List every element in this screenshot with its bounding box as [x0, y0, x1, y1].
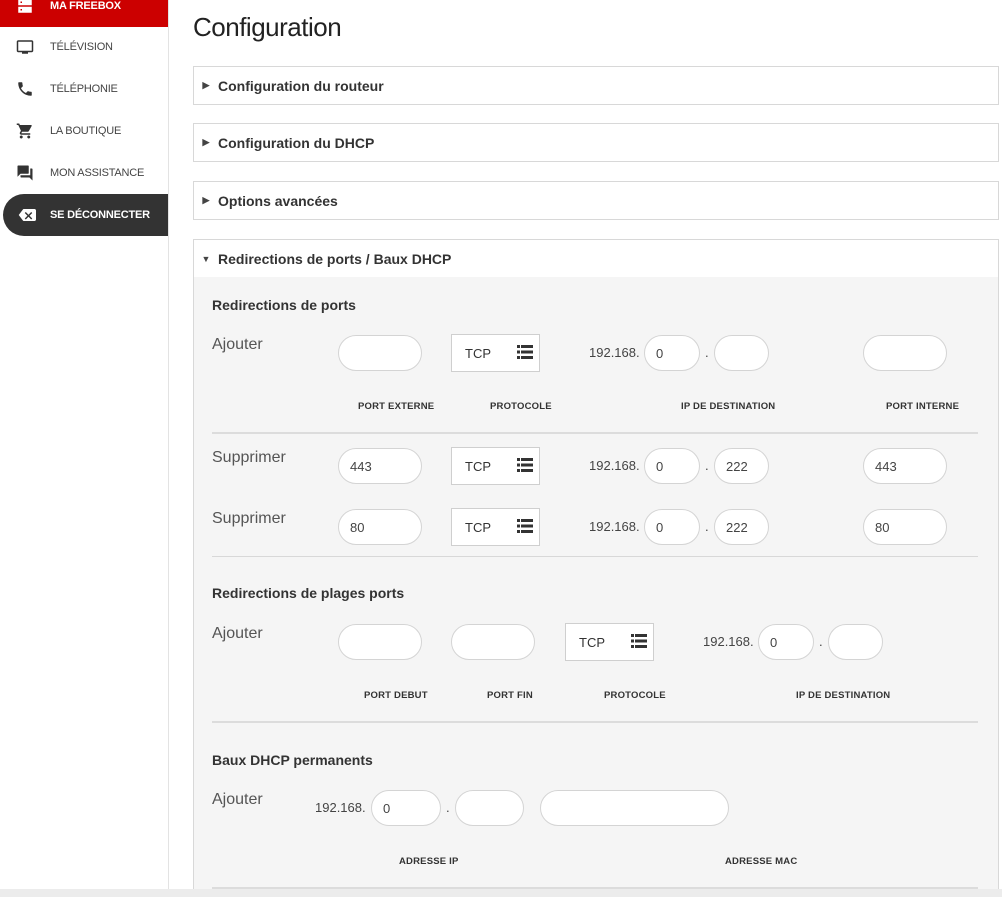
ip-separator: .: [705, 345, 709, 360]
protocol-value: TCP: [579, 634, 605, 650]
ip-separator: .: [819, 634, 823, 649]
column-label: PORT FIN: [487, 690, 533, 701]
column-label: ADRESSE MAC: [725, 856, 798, 867]
divider: [212, 721, 978, 723]
sidebar-item-label: SE DÉCONNECTER: [50, 209, 150, 221]
port-fin-input[interactable]: [451, 624, 535, 660]
protocol-value: TCP: [465, 345, 491, 361]
port-externe-field[interactable]: 80: [338, 509, 422, 545]
ip-separator: .: [705, 519, 709, 534]
protocol-select[interactable]: TCP: [451, 447, 540, 485]
logout-button[interactable]: SE DÉCONNECTER: [3, 194, 168, 236]
caret-down-icon: ▼: [201, 253, 211, 264]
sidebar-item-label: MON ASSISTANCE: [50, 167, 145, 179]
protocol-select[interactable]: TCP: [565, 623, 654, 661]
phone-icon: [0, 80, 50, 98]
sidebar: MA FREEBOX TÉLÉVISION TÉLÉPHONIE LA BOUT…: [0, 0, 169, 897]
ip-prefix: 192.168.: [315, 800, 366, 815]
section-title-ranges: Redirections de plages ports: [212, 585, 405, 601]
sidebar-item-boutique[interactable]: LA BOUTIQUE: [0, 110, 168, 152]
ip-octet-3-field[interactable]: 0: [644, 509, 700, 545]
ip-octet-4-input[interactable]: [828, 624, 883, 660]
delete-label[interactable]: Supprimer: [212, 449, 286, 467]
horizontal-scrollbar[interactable]: [0, 889, 1002, 897]
delete-label[interactable]: Supprimer: [212, 510, 286, 528]
ip-octet-3-field[interactable]: 0: [644, 448, 700, 484]
sidebar-item-label: LA BOUTIQUE: [50, 125, 122, 137]
server-icon: [0, 0, 50, 15]
ip-prefix: 192.168.: [589, 345, 640, 360]
sidebar-item-telephonie[interactable]: TÉLÉPHONIE: [0, 68, 168, 110]
panel-port-forwarding[interactable]: ▼ Redirections de ports / Baux DHCP: [193, 239, 999, 278]
mac-address-input[interactable]: [540, 790, 729, 826]
caret-right-icon: ▶: [202, 195, 210, 205]
protocol-value: TCP: [465, 458, 491, 474]
add-label: Ajouter: [212, 625, 263, 642]
section-title-ports: Redirections de ports: [212, 297, 356, 313]
ip-octet-4-input[interactable]: [714, 335, 769, 371]
port-externe-input[interactable]: [338, 335, 422, 371]
column-label: IP DE DESTINATION: [796, 690, 891, 701]
divider: [212, 432, 978, 434]
protocol-value: TCP: [465, 519, 491, 535]
ip-octet-4-field[interactable]: 222: [714, 509, 769, 545]
page-title: Configuration: [193, 12, 342, 42]
column-label: PORT DEBUT: [364, 690, 428, 701]
column-label: PORT EXTERNE: [358, 401, 435, 412]
ip-prefix: 192.168.: [589, 519, 640, 534]
caret-right-icon: ▶: [202, 80, 210, 90]
ip-prefix: 192.168.: [589, 458, 640, 473]
chat-icon: [0, 164, 50, 182]
panel-title: Redirections de ports / Baux DHCP: [218, 250, 452, 267]
column-label: ADRESSE IP: [399, 856, 459, 867]
sidebar-item-ma-freebox[interactable]: MA FREEBOX: [0, 0, 168, 27]
panel-advanced-options[interactable]: ▶ Options avancées: [193, 181, 999, 220]
sidebar-item-label: MA FREEBOX: [50, 0, 121, 12]
column-label: PROTOCOLE: [604, 690, 666, 701]
column-label: PROTOCOLE: [490, 401, 552, 412]
panel-dhcp-config[interactable]: ▶ Configuration du DHCP: [193, 123, 999, 162]
ip-octet-4-field[interactable]: 222: [714, 448, 769, 484]
tv-icon: [0, 38, 50, 56]
protocol-select[interactable]: TCP: [451, 334, 540, 372]
protocol-select[interactable]: TCP: [451, 508, 540, 546]
ip-octet-3-input[interactable]: 0: [644, 335, 700, 371]
panel-router-config[interactable]: ▶ Configuration du routeur: [193, 66, 999, 105]
column-label: IP DE DESTINATION: [681, 401, 776, 412]
logout-icon: [3, 206, 50, 224]
ip-separator: .: [705, 458, 709, 473]
list-icon: [517, 457, 533, 475]
port-debut-input[interactable]: [338, 624, 422, 660]
sidebar-item-assistance[interactable]: MON ASSISTANCE: [0, 152, 168, 194]
section-title-dhcp: Baux DHCP permanents: [212, 752, 373, 768]
sidebar-item-label: TÉLÉPHONIE: [50, 83, 118, 95]
column-label: PORT INTERNE: [886, 401, 960, 412]
list-icon: [517, 344, 533, 362]
list-icon: [517, 518, 533, 536]
caret-right-icon: ▶: [202, 137, 210, 147]
port-externe-field[interactable]: 443: [338, 448, 422, 484]
panel-title: Configuration du DHCP: [218, 134, 375, 151]
add-label: Ajouter: [212, 336, 263, 353]
sidebar-item-label: TÉLÉVISION: [50, 41, 113, 53]
add-label: Ajouter: [212, 791, 263, 808]
port-interne-field[interactable]: 443: [863, 448, 947, 484]
ip-octet-3-input[interactable]: 0: [758, 624, 814, 660]
port-interne-field[interactable]: 80: [863, 509, 947, 545]
sidebar-item-television[interactable]: TÉLÉVISION: [0, 26, 168, 68]
panel-title: Options avancées: [218, 192, 338, 209]
panel-title: Configuration du routeur: [218, 77, 384, 94]
list-icon: [631, 633, 647, 651]
cart-icon: [0, 122, 50, 140]
port-interne-input[interactable]: [863, 335, 947, 371]
ip-octet-3-input[interactable]: 0: [371, 790, 441, 826]
ip-prefix: 192.168.: [703, 634, 754, 649]
ip-octet-4-input[interactable]: [455, 790, 524, 826]
divider: [212, 556, 978, 557]
ip-separator: .: [446, 800, 450, 815]
